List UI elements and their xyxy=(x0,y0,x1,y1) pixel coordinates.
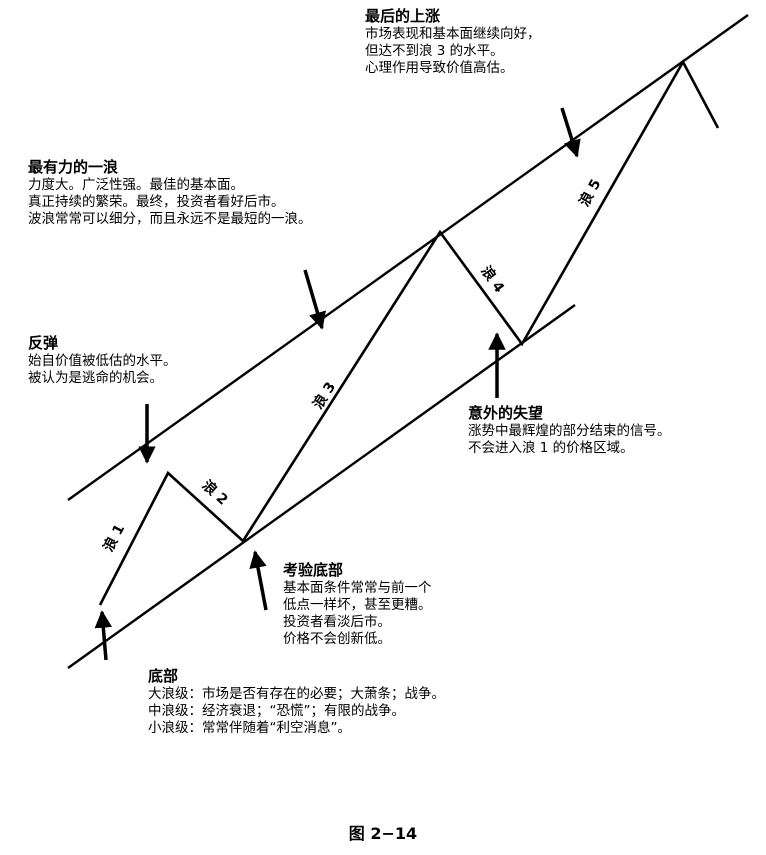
annotation-line: 力度大。广泛性强。最佳的基本面。 xyxy=(28,177,244,193)
annotation-line: 基本面条件常常与前一个 xyxy=(283,580,432,596)
annotation-title: 最后的上涨 xyxy=(365,7,441,25)
annotation-line: 涨势中最辉煌的部分结束的信号。 xyxy=(468,423,671,439)
annotation-title: 反弹 xyxy=(28,334,59,352)
wave-label-5: 浪 5 xyxy=(576,176,605,209)
annotation-title: 意外的失望 xyxy=(468,404,544,422)
annotation-test-bottom: 考验底部 基本面条件常常与前一个 低点一样坏，甚至更糟。 投资者看淡后市。 价格… xyxy=(283,561,432,648)
annotation-line: 价格不会创新低。 xyxy=(283,631,391,647)
annotation-line: 不会进入浪 1 的价格区域。 xyxy=(468,440,634,456)
strongest-wave-arrow xyxy=(303,269,326,330)
annotation-strongest-wave: 最有力的一浪 力度大。广泛性强。最佳的基本面。 真正持续的繁荣。最终，投资者看好… xyxy=(28,158,312,228)
annotation-line: 始自价值被低估的水平。 xyxy=(28,353,177,369)
bottom-arrow xyxy=(94,610,113,661)
annotation-line: 被认为是逃命的机会。 xyxy=(28,370,163,386)
annotation-title: 底部 xyxy=(148,667,179,685)
annotation-title: 最有力的一浪 xyxy=(28,158,119,176)
annotation-line: 但达不到浪 3 的水平。 xyxy=(365,43,504,59)
annotation-final-rise: 最后的上涨 市场表现和基本面继续向好， 但达不到浪 3 的水平。 心理作用导致价… xyxy=(365,7,541,77)
annotation-line: 市场表现和基本面继续向好， xyxy=(365,26,541,42)
annotation-line: 中浪级：经济衰退；“恐慌”；有限的战争。 xyxy=(148,703,405,719)
annotation-line: 心理作用导致价值高估。 xyxy=(365,60,514,76)
svg-text:浪 5: 浪 5 xyxy=(576,176,605,209)
annotation-line: 波浪常常可以细分，而且永远不是最短的一浪。 xyxy=(28,211,312,227)
annotation-line: 大浪级：市场是否有存在的必要；大萧条；战争。 xyxy=(148,686,445,702)
annotation-bottom: 底部 大浪级：市场是否有存在的必要；大萧条；战争。 中浪级：经济衰退；“恐慌”；… xyxy=(148,667,445,737)
annotation-disappointment: 意外的失望 涨势中最辉煌的部分结束的信号。 不会进入浪 1 的价格区域。 xyxy=(468,404,671,457)
annotation-title: 考验底部 xyxy=(283,561,344,579)
annotation-line: 小浪级：常常伴随着“利空消息”。 xyxy=(148,720,351,736)
annotation-line: 投资者看淡后市。 xyxy=(283,614,391,630)
annotation-rebound: 反弹 始自价值被低估的水平。 被认为是逃命的机会。 xyxy=(28,334,177,387)
wave-label-1: 浪 1 xyxy=(100,521,128,554)
final-rise-arrow xyxy=(560,107,581,158)
annotation-line: 真正持续的繁荣。最终，投资者看好后市。 xyxy=(28,194,285,210)
svg-text:浪 1: 浪 1 xyxy=(100,521,128,554)
wave-path xyxy=(98,59,720,606)
test-bottom-arrow xyxy=(249,550,268,611)
annotation-line: 低点一样坏，甚至更糟。 xyxy=(283,597,432,613)
figure-caption: 图 2−14 xyxy=(348,824,418,843)
